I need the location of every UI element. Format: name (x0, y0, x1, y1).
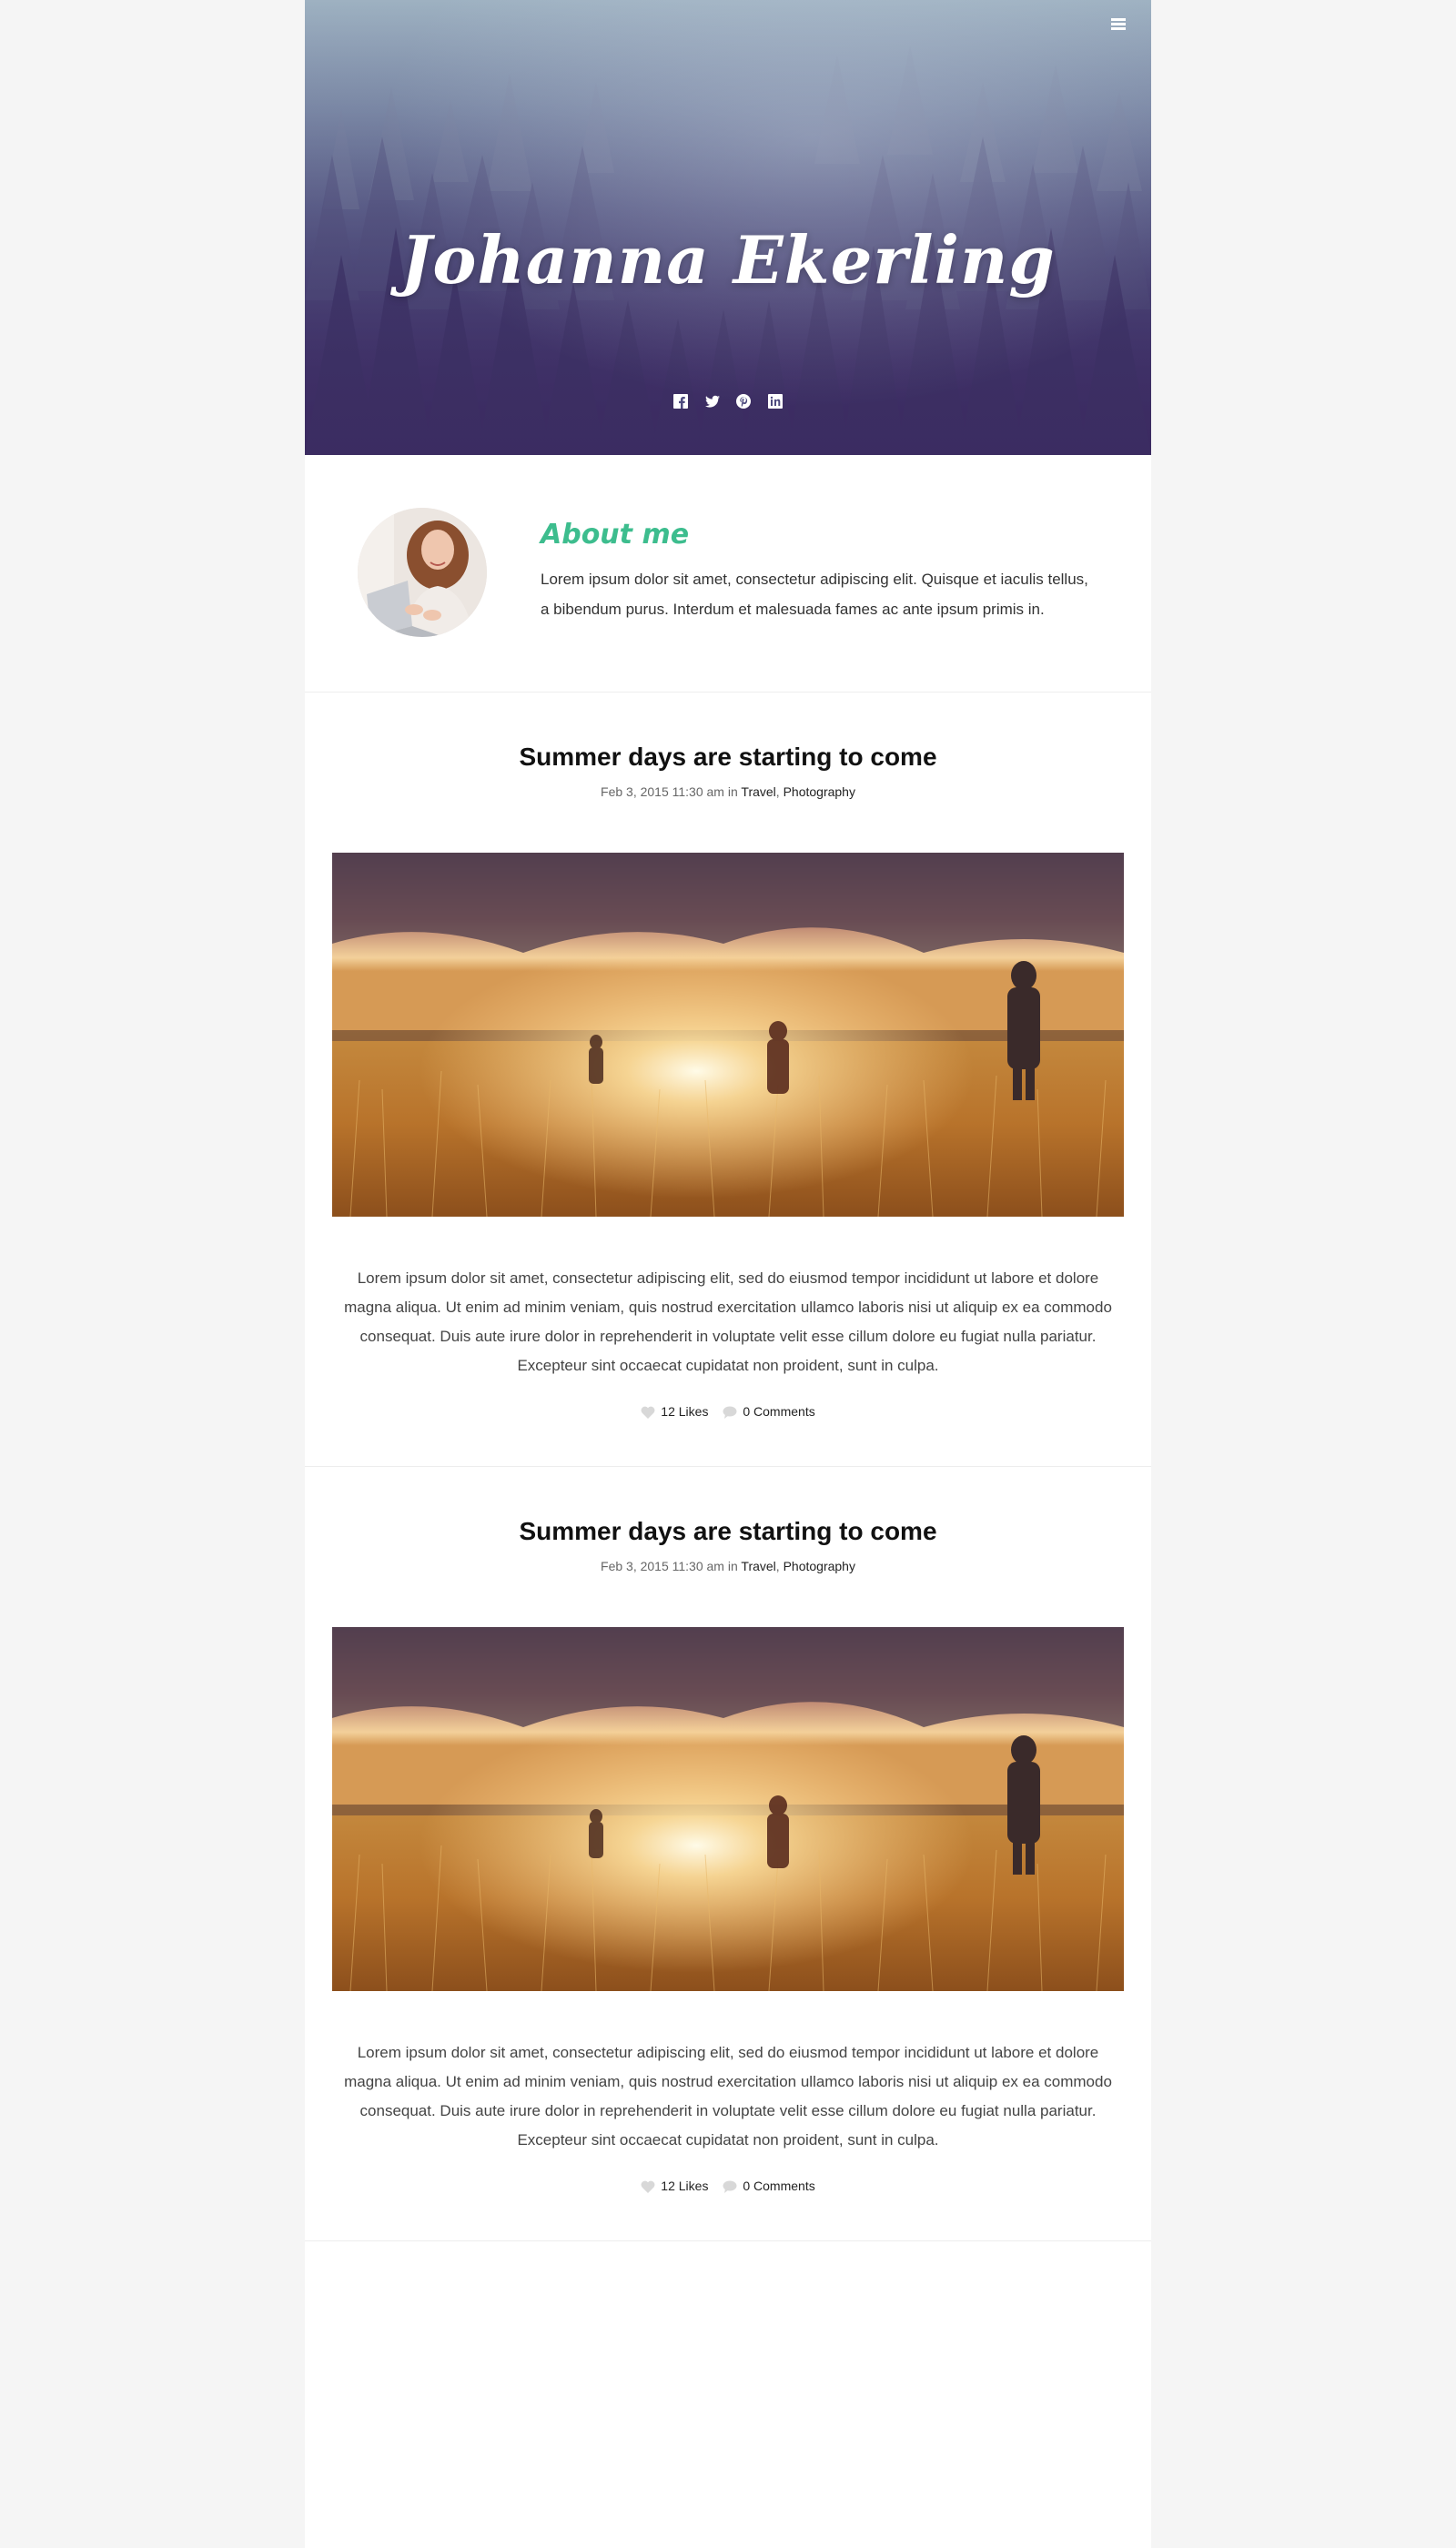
like-button[interactable]: 12 Likes (641, 2179, 708, 2193)
post-actions: 12 Likes 0 Comments (305, 2179, 1151, 2193)
social-links (305, 393, 1151, 410)
site-title: Johanna Ekerling (400, 221, 1056, 299)
comment-icon (723, 1406, 737, 1419)
blog-post: Summer days are starting to come Feb 3, … (305, 1467, 1151, 2241)
post-in-label: in (727, 784, 738, 799)
post-image[interactable] (332, 1627, 1124, 1991)
about-text: Lorem ipsum dolor sit amet, consectetur … (541, 571, 1088, 618)
post-date: Feb 3, 2015 11:30 am (601, 1559, 724, 1573)
post-body: Lorem ipsum dolor sit amet, consectetur … (344, 2044, 1112, 2149)
post-in-label: in (727, 1559, 738, 1573)
category-link[interactable]: Travel (741, 784, 775, 799)
post-date: Feb 3, 2015 11:30 am (601, 784, 724, 799)
post-image[interactable] (332, 853, 1124, 1217)
like-button[interactable]: 12 Likes (641, 1404, 708, 1419)
post-title[interactable]: Summer days are starting to come (305, 743, 1151, 772)
comments-button[interactable]: 0 Comments (723, 2179, 815, 2193)
likes-count: 12 Likes (661, 1404, 709, 1419)
about-section: About me Lorem ipsum dolor sit amet, con… (305, 455, 1151, 693)
linkedin-icon[interactable] (767, 393, 783, 409)
page-container: Johanna Ekerling About me Lorem ipsum do… (305, 0, 1151, 2548)
comments-button[interactable]: 0 Comments (723, 1404, 815, 1419)
post-meta: Feb 3, 2015 11:30 am in Travel, Photogra… (305, 1559, 1151, 1573)
category-link[interactable]: Travel (741, 1559, 775, 1573)
pinterest-icon[interactable] (736, 393, 752, 409)
likes-count: 12 Likes (661, 2179, 709, 2193)
hero-header: Johanna Ekerling (305, 0, 1151, 455)
post-body: Lorem ipsum dolor sit amet, consectetur … (344, 1269, 1112, 1374)
comment-icon (723, 2180, 737, 2193)
post-actions: 12 Likes 0 Comments (305, 1404, 1151, 1419)
category-link[interactable]: Photography (784, 784, 855, 799)
heart-icon (641, 1406, 655, 1419)
blog-post: Summer days are starting to come Feb 3, … (305, 693, 1151, 1467)
comments-count: 0 Comments (743, 2179, 815, 2193)
facebook-icon[interactable] (673, 393, 689, 409)
category-separator: , (775, 784, 784, 799)
heart-icon (641, 2180, 655, 2193)
category-separator: , (775, 1559, 784, 1573)
twitter-icon[interactable] (704, 394, 720, 409)
comments-count: 0 Comments (743, 1404, 815, 1419)
about-title: About me (541, 519, 690, 551)
avatar (358, 508, 487, 637)
hamburger-icon[interactable] (1111, 18, 1126, 31)
category-link[interactable]: Photography (784, 1559, 855, 1573)
post-meta: Feb 3, 2015 11:30 am in Travel, Photogra… (305, 784, 1151, 799)
post-title[interactable]: Summer days are starting to come (305, 1517, 1151, 1546)
